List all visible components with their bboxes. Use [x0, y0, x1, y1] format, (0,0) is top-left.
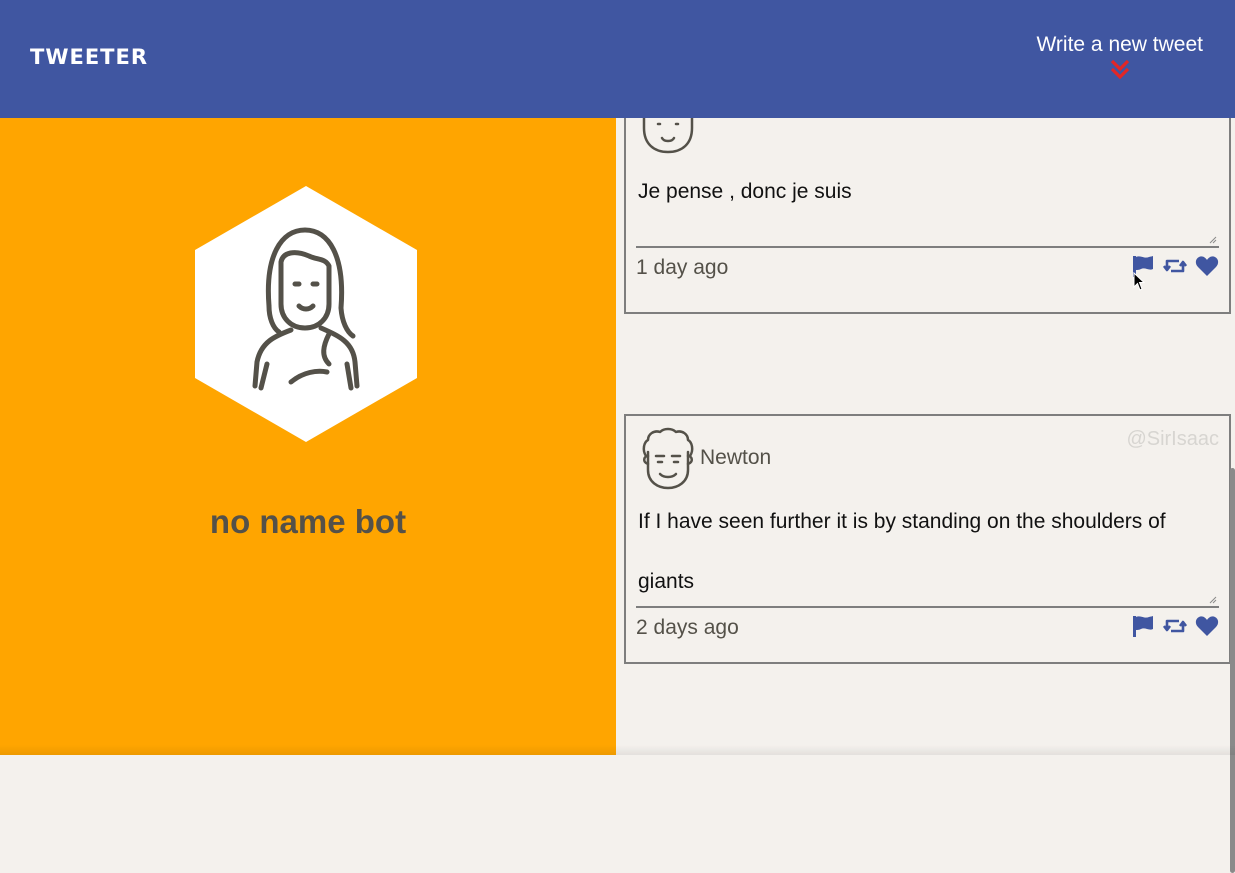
bottom-edge-shadow: [0, 745, 1235, 755]
tweet-feed[interactable]: Je pense , donc je suis 1 day ago Newton…: [616, 78, 1235, 873]
tweet-divider: [636, 246, 1219, 248]
heart-icon[interactable]: [1195, 614, 1219, 638]
curly-hair-avatar-icon: [642, 427, 694, 490]
feed-scrollbar[interactable]: [1230, 468, 1235, 873]
flag-icon[interactable]: [1131, 614, 1155, 638]
compose-tweet-toggle[interactable]: Write a new tweet: [1036, 33, 1203, 81]
tweet-timestamp: 1 day ago: [636, 256, 729, 279]
top-nav-bar: TWEETER Write a new tweet: [0, 0, 1235, 118]
tweet-author[interactable]: Newton: [700, 446, 771, 470]
tweet-divider: [636, 606, 1219, 608]
tweet-card: Newton @SirIsaac If I have seen further …: [624, 414, 1231, 664]
tweet-timestamp: 2 days ago: [636, 616, 739, 639]
tweet-actions: [1131, 614, 1219, 638]
tweet-text: Je pense , donc je suis: [638, 180, 852, 203]
resize-grip-icon[interactable]: [1209, 236, 1217, 244]
resize-grip-icon[interactable]: [1209, 596, 1217, 604]
profile-panel: no name bot: [0, 118, 616, 755]
mouse-cursor-icon: [1133, 272, 1146, 291]
compose-tweet-label[interactable]: Write a new tweet: [1036, 33, 1203, 57]
retweet-icon[interactable]: [1163, 254, 1187, 278]
tweet-text: If I have seen further it is by standing…: [638, 510, 1166, 593]
double-chevron-down-icon[interactable]: [1110, 59, 1130, 81]
profile-name: no name bot: [209, 503, 407, 540]
tweet-handle[interactable]: @SirIsaac: [1126, 428, 1219, 451]
app-logo[interactable]: TWEETER: [30, 45, 148, 69]
retweet-icon[interactable]: [1163, 614, 1187, 638]
profile-avatar: [195, 186, 417, 442]
heart-icon[interactable]: [1195, 254, 1219, 278]
